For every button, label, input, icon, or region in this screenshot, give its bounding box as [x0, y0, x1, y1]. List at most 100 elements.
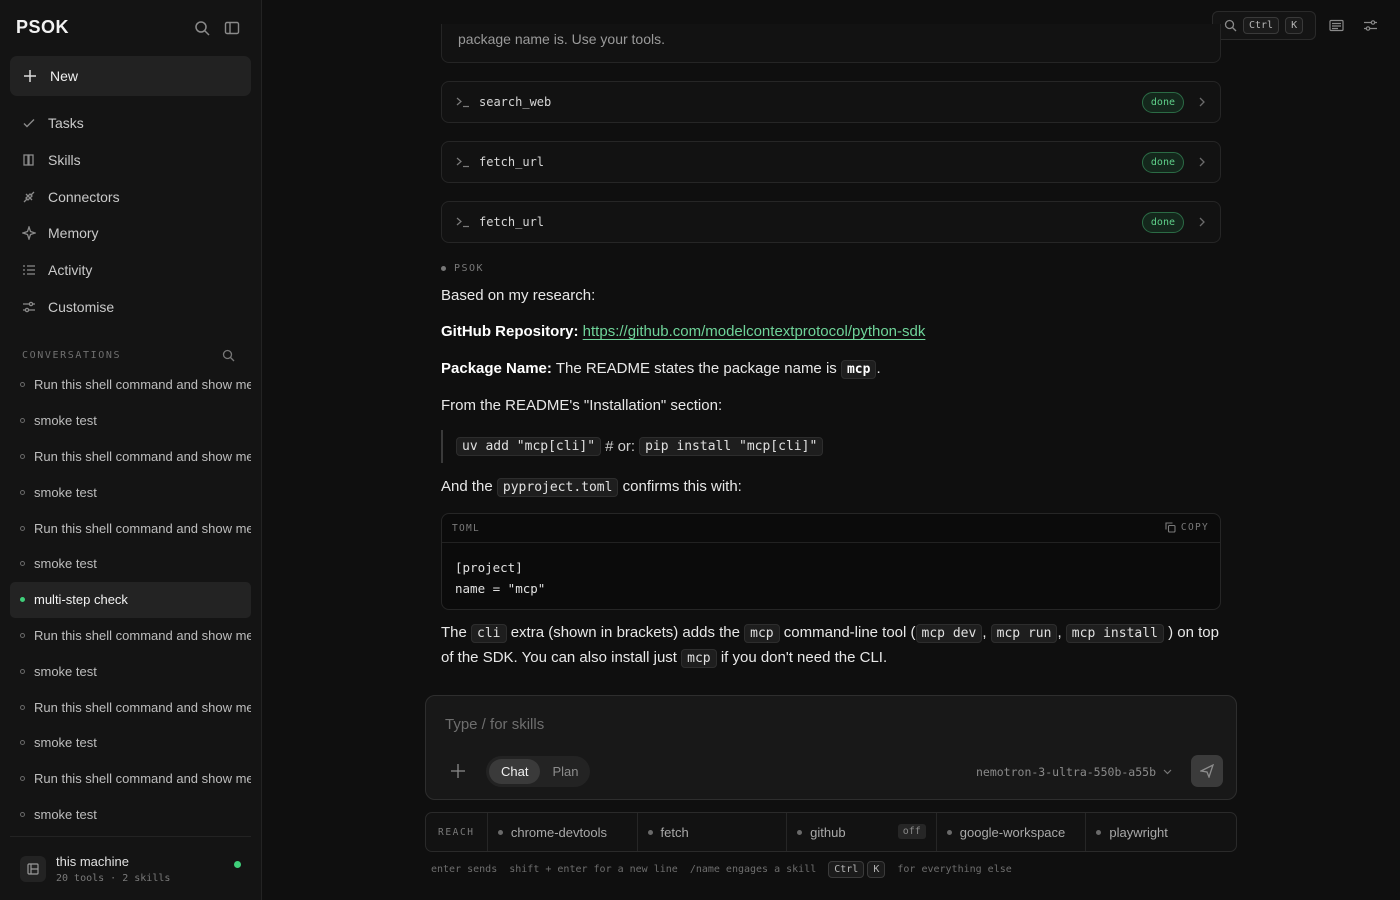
- app-logo[interactable]: PSOK: [16, 17, 69, 38]
- copy-label: COPY: [1180, 522, 1209, 533]
- new-button[interactable]: New: [10, 56, 251, 96]
- terminal-icon: [456, 97, 469, 108]
- connector-name: github: [810, 824, 846, 840]
- sidebar-item-label: Customise: [48, 298, 115, 315]
- hint-text: for everything else: [897, 864, 1012, 875]
- conversation-item[interactable]: Run this shell command and show me: [10, 761, 251, 797]
- blockquote: uv add "mcp[cli]" # or: pip install "mcp…: [441, 430, 824, 463]
- kbd-ctrl: Ctrl: [828, 861, 865, 878]
- kbd-k: K: [867, 861, 886, 878]
- mode-chat-button[interactable]: Chat: [489, 759, 541, 784]
- code-block-header: TOML COPY: [442, 514, 1220, 543]
- hint-text: enter sends: [431, 864, 498, 875]
- conversation-dot: [20, 811, 25, 817]
- sidebar-item-connectors[interactable]: Connectors: [10, 178, 251, 215]
- conversation-search-icon[interactable]: [222, 349, 235, 362]
- panel-icon[interactable]: [1329, 18, 1344, 33]
- tool-call-row[interactable]: fetch_url done: [441, 141, 1221, 183]
- conversation-item[interactable]: Run this shell command and show me: [10, 439, 251, 475]
- list-icon: [23, 265, 35, 275]
- model-selector[interactable]: nemotron-3-ultra-550b-a55b: [976, 765, 1172, 779]
- package-end: .: [876, 360, 881, 377]
- connector-off-badge[interactable]: off: [897, 824, 926, 839]
- tool-name: fetch_url: [479, 155, 545, 169]
- text: command-line tool (: [783, 624, 916, 641]
- plug-icon: [23, 191, 35, 203]
- composer-input[interactable]: Type / for skills: [445, 716, 544, 733]
- sidebar-item-customise[interactable]: Customise: [10, 288, 251, 325]
- conversation-item[interactable]: smoke test: [10, 546, 251, 582]
- conversation-title: Run this shell command and show me: [34, 627, 251, 643]
- code-block: TOML COPY [project] name = "mcp": [441, 513, 1221, 610]
- search-icon: [1224, 19, 1237, 32]
- plus-icon: [24, 70, 36, 82]
- connector-google-workspace[interactable]: google-workspace: [937, 813, 1087, 851]
- connector-status-dot: [497, 829, 503, 835]
- sidebar-item-activity[interactable]: Activity: [10, 252, 251, 289]
- machine-name: this machine: [56, 853, 129, 869]
- sidebar-item-label: Memory: [48, 225, 99, 242]
- conversation-title: Run this shell command and show me: [34, 448, 251, 464]
- inline-code: mcp: [681, 649, 717, 668]
- sidebar-item-tasks[interactable]: Tasks: [10, 105, 251, 142]
- repo-link[interactable]: https://github.com/modelcontextprotocol/…: [583, 323, 926, 340]
- conversation-item[interactable]: Run this shell command and show me: [10, 367, 251, 403]
- sidebar: PSOK New Tasks Skills Connectors Memory …: [0, 0, 262, 900]
- check-icon: [23, 119, 35, 128]
- conversation-dot: [20, 453, 25, 459]
- conversation-item[interactable]: smoke test: [10, 653, 251, 689]
- conversation-title: Run this shell command and show me: [34, 520, 251, 536]
- tool-call-row[interactable]: search_web done: [441, 81, 1221, 123]
- conversation-dot: [20, 561, 25, 567]
- sidebar-item-memory[interactable]: Memory: [10, 215, 251, 252]
- connector-fetch[interactable]: fetch: [638, 813, 788, 851]
- sidebar-item-label: Skills: [48, 152, 81, 169]
- tool-call-row[interactable]: fetch_url done: [441, 201, 1221, 243]
- connector-name: chrome-devtools: [510, 824, 607, 840]
- tool-name: search_web: [479, 95, 552, 109]
- reach-bar: REACH chrome-devtools fetch github off g…: [425, 812, 1237, 852]
- sidebar-item-skills[interactable]: Skills: [10, 142, 251, 179]
- inline-code: pyproject.toml: [496, 478, 619, 497]
- package-line: Package Name: The README states the pack…: [441, 360, 881, 379]
- sidebar-item-label: Connectors: [48, 188, 120, 205]
- inline-code: mcp: [840, 360, 877, 379]
- status-badge: done: [1141, 212, 1184, 233]
- book-icon: [23, 154, 34, 166]
- conversation-item[interactable]: smoke test: [10, 797, 251, 833]
- machine-icon: [20, 855, 46, 882]
- message-composer[interactable]: Type / for skills Chat Plan nemotron-3-u…: [425, 695, 1237, 800]
- connector-playwright[interactable]: playwright: [1086, 813, 1236, 851]
- conversation-dot: [20, 597, 25, 603]
- conversation-item[interactable]: smoke test: [10, 474, 251, 510]
- plus-icon[interactable]: [451, 764, 465, 778]
- model-name: nemotron-3-ultra-550b-a55b: [975, 765, 1156, 779]
- settings-sliders-icon[interactable]: [1363, 18, 1378, 33]
- conversation-item[interactable]: multi-step check: [10, 581, 251, 618]
- conversation-item[interactable]: smoke test: [10, 725, 251, 761]
- conversation-title: smoke test: [34, 663, 97, 679]
- sidebar-toggle-icon[interactable]: [223, 19, 241, 37]
- conversation-title: smoke test: [34, 484, 97, 500]
- conversation-title: Run this shell command and show me: [34, 699, 251, 715]
- hint-text: shift + enter for a new line: [509, 864, 678, 875]
- conversation-item[interactable]: Run this shell command and show me: [10, 618, 251, 654]
- search-icon[interactable]: [193, 19, 211, 37]
- inline-code: mcp install: [1065, 624, 1164, 643]
- confirm-post: confirms this with:: [622, 478, 742, 495]
- new-button-label: New: [50, 68, 79, 84]
- connector-chrome-devtools[interactable]: chrome-devtools: [488, 813, 638, 851]
- conversation-item[interactable]: Run this shell command and show me: [10, 689, 251, 725]
- command-search-button[interactable]: Ctrl K: [1212, 11, 1316, 40]
- conversation-item[interactable]: smoke test: [10, 403, 251, 439]
- send-button[interactable]: [1191, 755, 1223, 787]
- copy-button[interactable]: COPY: [1165, 522, 1209, 533]
- conversations-header: CONVERSATIONS: [22, 350, 122, 361]
- machine-panel[interactable]: this machine 20 tools · 2 skills: [10, 836, 251, 900]
- conversation-title: smoke test: [34, 735, 97, 751]
- conversation-item[interactable]: Run this shell command and show me: [10, 510, 251, 546]
- speaker-dot: [441, 266, 446, 271]
- mode-plan-button[interactable]: Plan: [540, 759, 590, 784]
- connector-github[interactable]: github off: [787, 813, 937, 851]
- machine-detail: 20 tools · 2 skills: [56, 872, 171, 884]
